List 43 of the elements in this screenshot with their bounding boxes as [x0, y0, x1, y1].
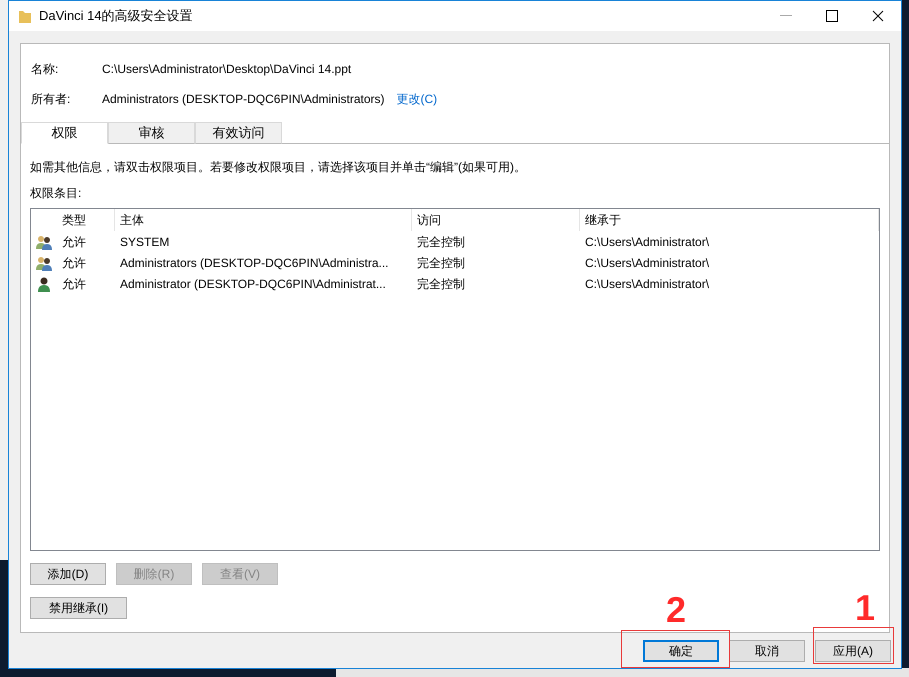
section-label: 权限条目: [30, 185, 82, 202]
annotation-number: 1 [855, 590, 876, 626]
table-cell-text: 允许 [61, 234, 87, 250]
table-cell-text: 完全控制 [416, 254, 466, 272]
table-cell-text: Administrator (DESKTOP-DQC6PIN\Administrat... [119, 276, 387, 292]
button[interactable]: 取消 [729, 640, 805, 662]
table-cell-text: 允许 [61, 254, 87, 272]
table-cell-text: 允许 [61, 276, 87, 292]
window-title: DaVinci 14的高级安全设置 [39, 7, 193, 26]
table-cell-text: C:\Users\Administrator\ [584, 254, 710, 272]
column-header[interactable]: 主体 [115, 209, 412, 231]
table-row[interactable]: 允许 Administrators (DESKTOP-DQC6PIN\Administra... 完全控制 C:\Users\Administrator\ [31, 252, 879, 273]
column-header[interactable]: 类型 [57, 209, 115, 231]
folder-icon [19, 9, 31, 23]
button[interactable]: 确定 [643, 640, 719, 662]
file-path: C:\Users\Administrator\Desktop\DaVinci 14.ppt [102, 61, 352, 78]
close-icon[interactable] [872, 10, 884, 22]
users-icon [36, 254, 52, 270]
tab[interactable]: 权限 [21, 122, 108, 144]
table-cell-text: Administrators (DESKTOP-DQC6PIN\Administra... [119, 254, 390, 272]
maximize-icon[interactable] [826, 10, 838, 22]
table-cell-text: 完全控制 [416, 234, 466, 250]
field-label: 所有者: [31, 91, 72, 108]
button[interactable]: 添加(D) [30, 563, 106, 585]
table-cell-text: C:\Users\Administrator\ [584, 276, 710, 292]
user-icon [36, 276, 52, 292]
table-cell-text: SYSTEM [119, 234, 170, 250]
tab[interactable]: 有效访问 [195, 122, 282, 144]
table-row[interactable]: 允许 SYSTEM 完全控制 C:\Users\Administrator\ [31, 231, 879, 252]
table-row[interactable]: 允许 Administrator (DESKTOP-DQC6PIN\Administrat... 完全控制 C:\Users\Administrator\ [31, 273, 879, 294]
button[interactable]: 禁用继承(I) [30, 597, 127, 619]
button[interactable]: 应用(A) [815, 640, 891, 662]
users-icon [36, 234, 52, 250]
owner-name: Administrators (DESKTOP-DQC6PIN\Administrators) [102, 91, 385, 108]
annotation-number: 2 [666, 592, 686, 628]
table-cell-text: 完全控制 [416, 276, 466, 292]
table-cell-text: C:\Users\Administrator\ [584, 234, 710, 250]
column-header[interactable]: 继承于 [580, 209, 879, 231]
instruction-text: 如需其他信息，请双击权限项目。若要修改权限项目，请选择该项目并单击“编辑”(如果可用)。 [30, 159, 527, 176]
change-link[interactable]: 更改(C) [396, 90, 438, 108]
tab[interactable]: 审核 [108, 122, 195, 144]
field-label: 名称: [31, 61, 60, 78]
column-header[interactable]: 访问 [412, 209, 580, 231]
